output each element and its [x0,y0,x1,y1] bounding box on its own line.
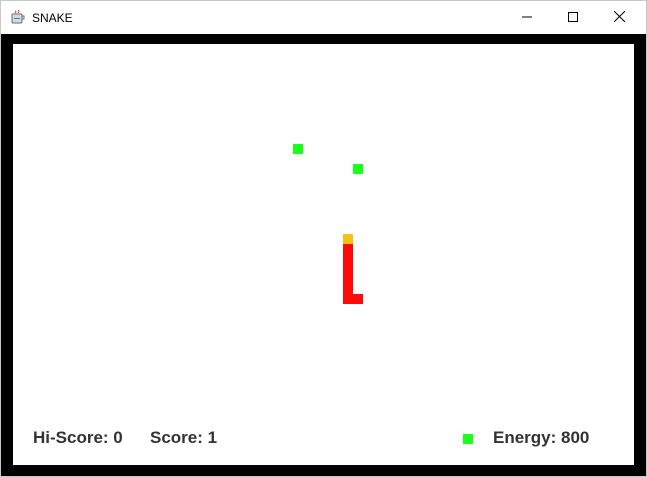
close-button[interactable] [596,1,642,34]
title-bar[interactable]: SNAKE [1,1,646,34]
snake-body-segment [343,294,363,304]
food-pellet [293,144,303,154]
energy-label: Energy: 800 [493,428,590,447]
food-pellet [353,164,363,174]
game-board[interactable]: Hi-Score: 0 Score: 1 Energy: 800 [13,44,634,465]
maximize-button[interactable] [550,1,596,34]
minimize-button[interactable] [504,1,550,34]
game-window: SNAKE Hi-Score: 0 Score: 1 Energy: 800 [0,0,647,477]
java-app-icon [11,9,26,25]
maximize-icon [568,9,578,27]
score-label: Score: 1 [150,428,218,447]
close-icon [613,9,625,27]
window-title: SNAKE [32,11,73,25]
energy-icon [463,434,473,444]
game-frame: Hi-Score: 0 Score: 1 Energy: 800 [1,34,646,476]
snake-body-segment [343,244,353,294]
minimize-icon [522,9,532,27]
hiscore-label: Hi-Score: 0 [33,428,123,447]
snake-head [343,234,353,244]
